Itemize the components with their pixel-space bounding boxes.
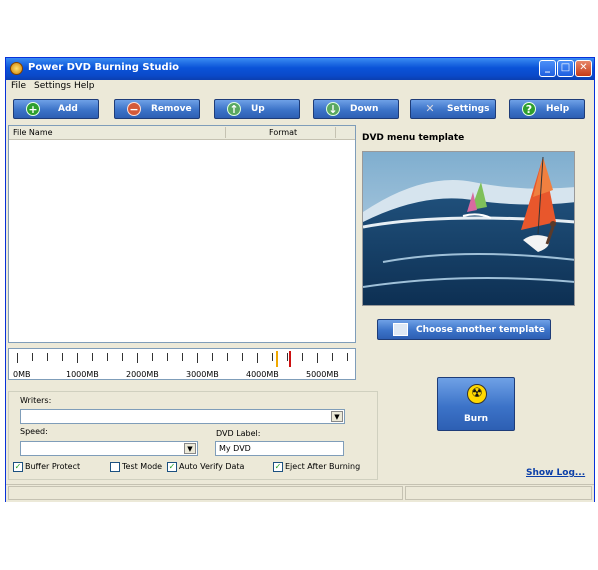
up-button-label: Up [251, 104, 265, 114]
ruler-tick [92, 353, 93, 361]
writers-label: Writers: [20, 396, 52, 405]
minus-icon: − [127, 102, 141, 116]
ruler-label: 1000MB [66, 370, 99, 379]
file-list[interactable]: File Name Format [8, 125, 356, 343]
ruler-tick [77, 353, 78, 363]
checkbox-box[interactable] [110, 462, 120, 472]
column-file-name[interactable]: File Name [13, 128, 53, 137]
status-pane-right [405, 486, 592, 500]
checkbox-box[interactable]: ✓ [273, 462, 283, 472]
title-bar[interactable]: Power DVD Burning Studio _ □ ✕ [6, 58, 594, 80]
capacity-ruler: 0MB 1000MB 2000MB 3000MB 4000MB 5000MB [8, 348, 356, 380]
menu-file[interactable]: File [11, 81, 26, 91]
settings-button[interactable]: ✕ Settings [410, 99, 496, 119]
tools-icon: ✕ [425, 102, 435, 115]
ruler-tick [272, 353, 273, 361]
burn-button-label: Burn [463, 414, 489, 424]
dvd-limit-marker [289, 351, 291, 367]
image-icon [393, 323, 408, 336]
column-format[interactable]: Format [269, 128, 297, 137]
ruler-tick [347, 353, 348, 361]
writers-select[interactable]: ▼ [20, 409, 345, 424]
add-button[interactable]: + Add [13, 99, 99, 119]
chevron-down-icon[interactable]: ▼ [184, 443, 196, 454]
ruler-label: 5000MB [306, 370, 339, 379]
status-pane-left [8, 486, 403, 500]
template-label: DVD menu template [362, 133, 465, 143]
plus-icon: + [26, 102, 40, 116]
ruler-tick [182, 353, 183, 361]
ruler-tick [332, 353, 333, 361]
ruler-label: 2000MB [126, 370, 159, 379]
help-button-label: Help [546, 104, 570, 114]
menu-help[interactable]: Help [74, 81, 95, 91]
auto-verify-label: Auto Verify Data [179, 462, 245, 471]
ruler-label: 0MB [13, 370, 31, 379]
column-separator[interactable] [225, 127, 226, 138]
buffer-protect-label: Buffer Protect [25, 462, 81, 471]
ruler-tick [287, 353, 288, 361]
ruler-tick [122, 353, 123, 361]
close-button[interactable]: ✕ [575, 60, 592, 77]
arrow-up-icon: ↑ [227, 102, 241, 116]
dvd-label-input[interactable]: My DVD [215, 441, 344, 456]
ruler-tick [257, 353, 258, 363]
settings-button-label: Settings [447, 104, 490, 114]
add-button-label: Add [58, 104, 78, 114]
ruler-tick [17, 353, 18, 363]
speed-select[interactable]: ▼ [20, 441, 198, 456]
ruler-label: 3000MB [186, 370, 219, 379]
show-log-link[interactable]: Show Log... [526, 468, 585, 478]
ruler-tick [152, 353, 153, 361]
checkbox-box[interactable]: ✓ [13, 462, 23, 472]
menu-bar: File Settings Help [6, 80, 594, 94]
ruler-tick [197, 353, 198, 363]
test-mode-label: Test Mode [122, 462, 163, 471]
speed-label: Speed: [20, 427, 48, 436]
ruler-tick [242, 353, 243, 361]
app-window: Power DVD Burning Studio _ □ ✕ File Sett… [5, 57, 595, 502]
checkbox-box[interactable]: ✓ [167, 462, 177, 472]
dvd-label-caption: DVD Label: [216, 429, 261, 438]
ruler-tick [317, 353, 318, 363]
menu-settings[interactable]: Settings [34, 81, 71, 91]
burn-button[interactable]: ☢ Burn [437, 377, 515, 431]
help-icon: ? [522, 102, 536, 116]
help-button[interactable]: ? Help [509, 99, 585, 119]
dvd5-capacity-marker [276, 351, 278, 367]
minimize-button[interactable]: _ [539, 60, 556, 77]
ruler-label: 4000MB [246, 370, 279, 379]
ruler-tick [62, 353, 63, 361]
eject-after-burning-label: Eject After Burning [285, 462, 361, 471]
template-preview [362, 151, 575, 306]
choose-template-button[interactable]: Choose another template [377, 319, 551, 340]
app-icon [10, 62, 23, 75]
remove-button-label: Remove [151, 104, 192, 114]
ruler-tick [212, 353, 213, 361]
ruler-tick [32, 353, 33, 361]
radiation-icon: ☢ [467, 384, 487, 404]
arrow-down-icon: ↓ [326, 102, 340, 116]
up-button[interactable]: ↑ Up [214, 99, 300, 119]
ruler-tick [107, 353, 108, 361]
chevron-down-icon[interactable]: ▼ [331, 411, 343, 422]
ruler-tick [227, 353, 228, 361]
down-button-label: Down [350, 104, 379, 114]
ruler-tick [47, 353, 48, 361]
down-button[interactable]: ↓ Down [313, 99, 399, 119]
file-list-header: File Name Format [9, 126, 355, 140]
column-separator[interactable] [335, 127, 336, 138]
maximize-button[interactable]: □ [557, 60, 574, 77]
remove-button[interactable]: − Remove [114, 99, 200, 119]
ruler-tick [167, 353, 168, 361]
choose-template-label: Choose another template [416, 325, 545, 335]
status-bar [6, 484, 594, 502]
ruler-tick [302, 353, 303, 361]
window-title: Power DVD Burning Studio [28, 62, 179, 73]
ruler-tick [137, 353, 138, 363]
